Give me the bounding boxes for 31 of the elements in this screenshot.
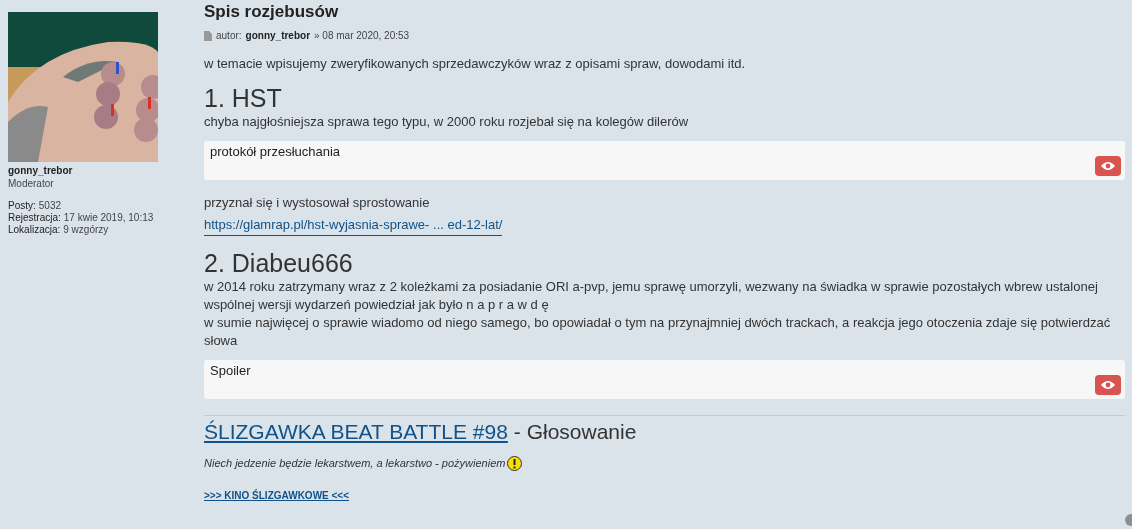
document-icon — [204, 30, 212, 41]
post-title: Spis rozjebusów — [204, 2, 340, 22]
stat-label: Posty: — [8, 200, 36, 212]
post-text: przyznał się i wystosował sprostowanie — [204, 194, 431, 212]
signature-link[interactable]: >>> KINO ŚLIZGAWKOWE <<< — [204, 487, 350, 503]
eye-icon — [1101, 161, 1115, 171]
spoiler-title: protokół przesłuchania — [210, 143, 341, 161]
post-text: w temacie wpisujemy zweryfikowanych sprzedawczyków wraz z opisami spraw, dowodami itd. — [204, 55, 747, 73]
signature-text: - Głosowanie — [513, 419, 637, 445]
stat-value: 17 kwie 2019, 10:13 — [63, 212, 154, 224]
reveal-button[interactable] — [1095, 156, 1121, 176]
stat-label: Rejestracja: — [8, 212, 61, 224]
signature-link[interactable]: ŚLIZGAWKA BEAT BATTLE #98 — [204, 418, 508, 446]
exclamation-icon — [507, 455, 523, 471]
author-label: autor: — [216, 29, 242, 43]
post-text: chyba najgłośniejsza sprawa tego typu, w 2000 roku rozjebał się na kolegów dilerów — [204, 113, 690, 131]
signature-quote: Niech jedzenie będzie lekarstwem, a lekarstwo - pożywieniem — [204, 456, 506, 471]
spoiler-title: Spoiler — [210, 362, 251, 380]
eye-icon — [1101, 380, 1115, 390]
reveal-button[interactable] — [1095, 375, 1121, 395]
post-date: » 08 mar 2020, 20:53 — [314, 29, 410, 43]
stat-value: 9 wzgórzy — [63, 224, 109, 236]
section-heading: 2. Diabeu666 — [204, 248, 354, 278]
section-heading: 1. HST — [204, 83, 283, 113]
stat-value: 5032 — [38, 200, 62, 212]
stat-label: Lokalizacja: — [8, 224, 61, 236]
post-text: w sumie najwięcej o sprawie wiadomo od niego samego, bo opowiadał o tym na przynajmniej dwóch trackach, a reakcja jego otoczenia zdaje się potwierdzać słowa — [204, 314, 1112, 350]
post-link[interactable]: https://glamrap.pl/hst-wyjasnia-sprawe- ... ed-12-lat/ — [204, 216, 503, 236]
username[interactable]: gonny_trebor — [8, 164, 204, 177]
user-rank: Moderator — [8, 177, 55, 190]
author-name[interactable]: gonny_trebor — [245, 28, 311, 43]
